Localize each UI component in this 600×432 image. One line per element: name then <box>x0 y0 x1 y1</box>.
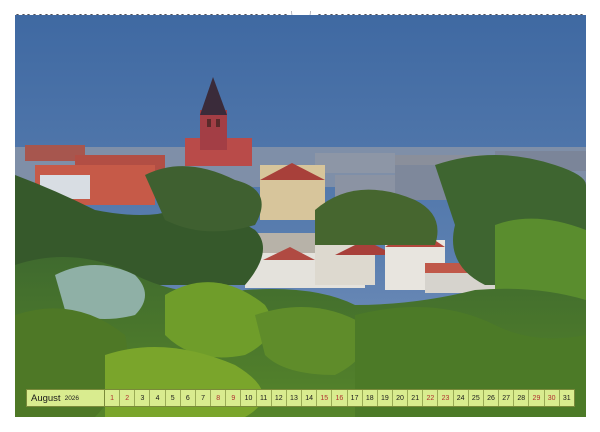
month-label: August 2026 <box>27 390 105 406</box>
day-cell: 13 <box>287 390 303 406</box>
day-cell: 22 <box>423 390 439 406</box>
year-label: 2026 <box>64 394 80 402</box>
day-cell: 10 <box>241 390 257 406</box>
day-cell: 27 <box>499 390 515 406</box>
day-cell: 23 <box>438 390 454 406</box>
day-cell: 26 <box>484 390 500 406</box>
day-cell: 30 <box>545 390 560 406</box>
day-cell: 21 <box>408 390 424 406</box>
day-cell: 14 <box>302 390 318 406</box>
day-cell: 5 <box>166 390 181 406</box>
day-cell: 15 <box>317 390 333 406</box>
day-cell: 1 <box>105 390 121 406</box>
day-cell: 16 <box>332 390 348 406</box>
day-cell: 9 <box>226 390 242 406</box>
day-cell: 3 <box>135 390 151 406</box>
day-cell: 28 <box>514 390 530 406</box>
day-cell: 19 <box>378 390 393 406</box>
day-cells: 1 2 3 4 5 6 7 8 9 10 11 12 13 14 15 16 17 18 19 20 21 22 23 24 2… <box>105 390 574 406</box>
day-cell: 6 <box>181 390 196 406</box>
day-cell: 2 <box>120 390 136 406</box>
day-cell: 8 <box>211 390 227 406</box>
day-cell: 29 <box>529 390 545 406</box>
month-name: August <box>31 392 61 404</box>
day-cell: 7 <box>196 390 212 406</box>
day-cell: 4 <box>150 390 166 406</box>
day-cell: 11 <box>257 390 272 406</box>
calendar-strip: August 2026 1 2 3 4 5 6 7 8 9 10 11 12 13 14 15 16 17 18 1… <box>26 389 575 407</box>
landscape-photo <box>15 15 586 417</box>
day-cell: 25 <box>469 390 484 406</box>
day-cell: 18 <box>363 390 378 406</box>
day-cell: 20 <box>393 390 409 406</box>
day-cell: 31 <box>562 394 571 402</box>
photo-scene <box>15 15 586 417</box>
day-cell: 24 <box>454 390 469 406</box>
calendar-page: August 2026 1 2 3 4 5 6 7 8 9 10 11 12 13 14 15 16 17 18 1… <box>0 0 600 432</box>
day-cell: 17 <box>348 390 363 406</box>
day-cell: 12 <box>272 390 287 406</box>
